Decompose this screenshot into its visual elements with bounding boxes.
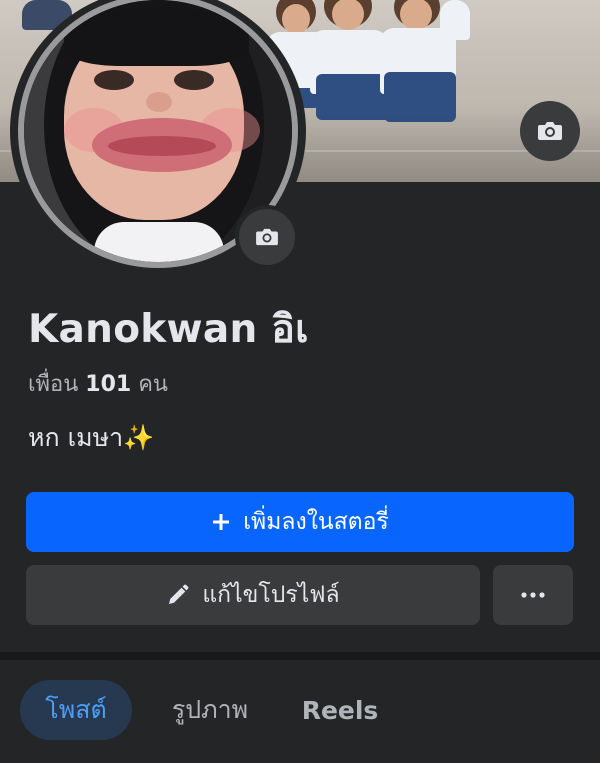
tab-posts[interactable]: โพสต์ xyxy=(20,680,132,740)
profile-name: Kanokwan อิเ xyxy=(28,307,309,352)
profile-bio: หก เมษา✨ xyxy=(28,423,155,452)
add-to-story-button[interactable]: เพิ่มลงในสตอรี่ xyxy=(26,492,574,552)
tab-photos-label: รูปภาพ xyxy=(171,695,249,724)
camera-icon xyxy=(537,120,563,142)
section-divider xyxy=(0,652,600,660)
tab-posts-label: โพสต์ xyxy=(45,695,107,724)
edit-profile-label: แก้ไขโปรไฟล์ xyxy=(202,582,340,608)
profile-camera-button[interactable] xyxy=(235,205,299,269)
plus-icon xyxy=(211,512,231,532)
pencil-icon xyxy=(166,583,190,607)
more-options-button[interactable] xyxy=(493,565,573,625)
profile-page: Kanokwan อิเ เพื่อน 101 คน หก เมษา✨ เพิ่… xyxy=(0,0,600,763)
friends-suffix: คน xyxy=(138,372,168,397)
tab-reels-label: Reels xyxy=(301,695,379,725)
friends-prefix: เพื่อน xyxy=(28,372,79,397)
cover-camera-button[interactable] xyxy=(520,101,580,161)
camera-icon xyxy=(255,227,279,247)
tab-photos[interactable]: รูปภาพ xyxy=(150,680,270,740)
more-dots-icon xyxy=(521,592,545,598)
friends-count[interactable]: เพื่อน 101 คน xyxy=(28,366,168,401)
tab-reels[interactable]: Reels xyxy=(288,680,392,740)
friends-number: 101 xyxy=(85,372,132,397)
edit-profile-button[interactable]: แก้ไขโปรไฟล์ xyxy=(26,565,480,625)
add-to-story-label: เพิ่มลงในสตอรี่ xyxy=(243,509,389,535)
